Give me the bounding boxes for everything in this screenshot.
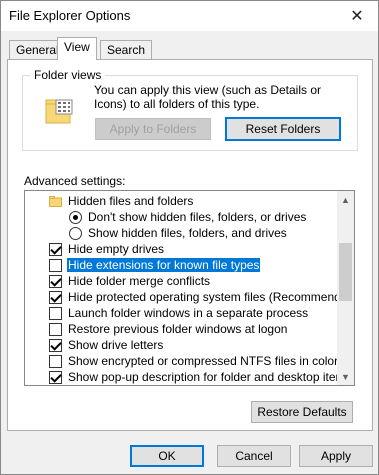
list-item-label: Hide folder merge conflicts [68,274,211,288]
checkbox-show-encrypted-color[interactable]: Show encrypted or compressed NTFS files … [49,353,354,369]
list-item-label: Show hidden files, folders, and drives [88,226,287,240]
scroll-up-arrow-icon[interactable]: ▲ [337,191,354,208]
list-item-label: Hidden files and folders [68,194,194,208]
radio-button[interactable] [69,210,82,224]
restore-defaults-button[interactable]: Restore Defaults [251,401,353,423]
radio-button[interactable] [69,226,82,240]
folder-view-icon [45,99,73,124]
list-item-label: Hide empty drives [68,242,165,256]
checkbox-hide-extensions[interactable]: Hide extensions for known file types [49,257,354,273]
list-item-label: Restore previous folder windows at logon [68,322,288,336]
ok-button[interactable]: OK [130,445,204,467]
scroll-thumb[interactable] [339,243,352,301]
cancel-button[interactable]: Cancel [217,445,291,467]
list-item-label: Show drive letters [68,338,164,352]
advanced-settings-label: Advanced settings: [24,174,126,188]
title-bar: File Explorer Options ✕ [1,1,378,31]
checkbox[interactable] [49,370,62,384]
checkbox[interactable] [49,322,62,336]
checkbox-restore-previous-windows[interactable]: Restore previous folder windows at logon [49,321,354,337]
checkbox-hide-empty-drives[interactable]: Hide empty drives [49,241,354,257]
window-title: File Explorer Options [9,8,131,23]
reset-folders-button[interactable]: Reset Folders [225,117,341,141]
checkbox[interactable] [49,258,62,272]
scroll-down-arrow-icon[interactable]: ▼ [337,368,354,385]
list-item-label: Don't show hidden files, folders, or dri… [88,210,307,224]
advanced-settings-list[interactable]: Hidden files and folders Don't show hidd… [24,190,355,386]
list-item-label: Show encrypted or compressed NTFS files … [68,354,339,368]
close-button[interactable]: ✕ [336,1,378,31]
file-explorer-options-dialog: File Explorer Options ✕ General View Sea… [0,0,379,475]
checkbox[interactable] [49,242,62,256]
checkbox[interactable] [49,274,62,288]
list-item-hidden-files-folder: Hidden files and folders [49,193,354,209]
checkbox[interactable] [49,306,62,320]
checkbox-hide-merge-conflicts[interactable]: Hide folder merge conflicts [49,273,354,289]
list-item-label: Hide extensions for known file types [67,258,261,272]
vertical-scrollbar[interactable]: ▲ ▼ [337,191,354,385]
checkbox[interactable] [49,338,62,352]
checkbox-show-drive-letters[interactable]: Show drive letters [49,337,354,353]
tab-search[interactable]: Search [100,40,153,60]
radio-show-hidden[interactable]: Show hidden files, folders, and drives [69,225,354,241]
list-item-label: Launch folder windows in a separate proc… [68,306,309,320]
checkbox-hide-protected-os-files[interactable]: Hide protected operating system files (R… [49,289,355,305]
radio-dont-show-hidden[interactable]: Don't show hidden files, folders, or dri… [69,209,354,225]
checkbox-launch-separate-process[interactable]: Launch folder windows in a separate proc… [49,305,354,321]
apply-to-folders-button[interactable]: Apply to Folders [95,118,211,140]
tab-view[interactable]: View [57,37,97,60]
folder-views-description: You can apply this view (such as Details… [94,83,322,111]
list-item-label: Hide protected operating system files (R… [68,290,355,304]
checkbox-show-popup-description[interactable]: Show pop-up description for folder and d… [49,369,354,385]
folder-views-legend: Folder views [30,68,106,82]
folder-icon [49,195,62,207]
apply-button[interactable]: Apply [299,445,373,467]
list-item-label: Show pop-up description for folder and d… [68,370,352,384]
checkbox[interactable] [49,354,62,368]
checkbox[interactable] [49,290,62,304]
